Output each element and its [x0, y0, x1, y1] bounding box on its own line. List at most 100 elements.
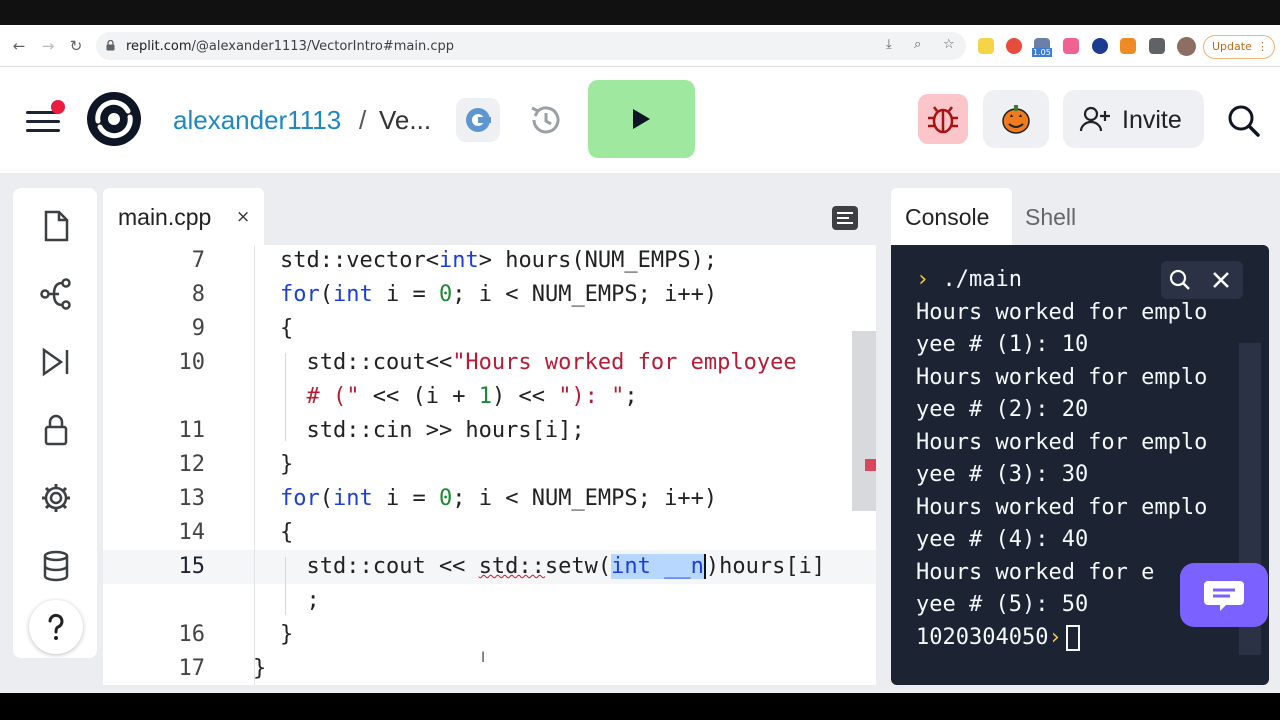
- line-number: 8: [191, 282, 205, 307]
- workspace: main.cpp × 7 8 9 10 11 12 13 14 15 16 17…: [0, 173, 1280, 693]
- url-text: replit.com/@alexander1113/VectorIntro#ma…: [126, 39, 454, 54]
- update-button[interactable]: Update ⋮: [1203, 35, 1275, 59]
- pumpkin-icon: [1002, 105, 1030, 134]
- secrets-lock-icon[interactable]: [39, 413, 73, 447]
- search-icon[interactable]: [1169, 269, 1191, 291]
- settings-gear-icon[interactable]: [39, 481, 73, 515]
- reload-icon[interactable]: ↻: [68, 38, 84, 54]
- extension-icon[interactable]: [1063, 38, 1079, 54]
- version-control-icon[interactable]: [39, 277, 73, 311]
- console-output-line: Hours worked for emplo: [916, 495, 1208, 520]
- extension-icon[interactable]: [978, 38, 994, 54]
- code-line: {: [280, 520, 294, 545]
- console-output-line: yee # (3): 30: [916, 462, 1089, 487]
- format-code-icon[interactable]: [832, 206, 858, 230]
- pumpkin-button[interactable]: [983, 90, 1049, 148]
- zoom-icon[interactable]: ⌕: [914, 37, 921, 52]
- language-button[interactable]: [456, 98, 500, 142]
- code-line: std::cin >> hours[i];: [280, 418, 585, 443]
- path-separator: /: [359, 105, 367, 135]
- chat-button[interactable]: [1180, 563, 1268, 627]
- code-line: for(int i = 0; i < NUM_EMPS; i++): [280, 486, 718, 511]
- avatar[interactable]: [1177, 37, 1196, 56]
- code-line: for(int i = 0; i < NUM_EMPS; i++): [280, 282, 718, 307]
- bookmark-star-icon[interactable]: ☆: [943, 37, 955, 52]
- code-line: std::vector<int> hours(NUM_EMPS);: [280, 248, 718, 273]
- history-icon[interactable]: [526, 100, 566, 140]
- console-final-line: 1020304050›: [916, 625, 1080, 651]
- bug-icon: [928, 106, 958, 134]
- line-number: 13: [178, 486, 206, 511]
- replit-logo-icon[interactable]: [86, 91, 142, 147]
- tab-console[interactable]: Console: [891, 188, 1012, 245]
- console-tab-bar: Console Shell: [891, 188, 1269, 245]
- line-number-active: 15: [178, 554, 206, 579]
- extension-icon[interactable]: [1006, 38, 1022, 54]
- files-icon[interactable]: [39, 209, 73, 243]
- app-header: alexander1113 / Ve... Invite: [0, 67, 1280, 173]
- extension-badge: 1.05: [1032, 48, 1052, 57]
- notification-dot: [51, 100, 65, 114]
- tab-shell[interactable]: Shell: [1025, 204, 1076, 231]
- console-toolbar: [1161, 261, 1243, 299]
- editor-scrollbar[interactable]: [852, 331, 876, 511]
- forward-arrow-icon[interactable]: →: [40, 38, 56, 54]
- line-number: 7: [191, 248, 205, 273]
- code-line: }: [280, 622, 294, 647]
- line-number: 11: [178, 418, 206, 443]
- repl-owner-link[interactable]: alexander1113: [173, 105, 341, 136]
- database-icon[interactable]: [39, 549, 73, 583]
- run-debug-icon[interactable]: [39, 345, 73, 379]
- address-bar[interactable]: replit.com/@alexander1113/VectorIntro#ma…: [96, 32, 966, 60]
- invite-button[interactable]: Invite: [1063, 90, 1204, 148]
- cpp-language-icon: [466, 108, 491, 132]
- console-output-line: Hours worked for e: [916, 560, 1155, 585]
- console-output-line: yee # (5): 50: [916, 592, 1089, 617]
- help-button[interactable]: [29, 600, 83, 654]
- os-bottom-bar: [0, 693, 1280, 720]
- line-number: 10: [178, 350, 206, 375]
- console-output-line: yee # (4): 40: [916, 527, 1089, 552]
- play-icon: [633, 109, 650, 129]
- repl-name[interactable]: Ve...: [379, 105, 431, 136]
- terminal-cursor: [1065, 625, 1080, 651]
- extension-icon[interactable]: 1.05: [1032, 38, 1052, 57]
- error-marker: [865, 459, 876, 471]
- install-icon[interactable]: ⤓: [886, 37, 892, 52]
- add-user-icon: [1079, 106, 1110, 132]
- puzzle-extensions-icon[interactable]: [1149, 38, 1165, 54]
- console-output-line: Hours worked for emplo: [916, 365, 1208, 390]
- console-output-line: yee # (1): 10: [916, 332, 1089, 357]
- code-editor[interactable]: 7 8 9 10 11 12 13 14 15 16 17 std::vecto…: [103, 245, 876, 685]
- metamask-icon[interactable]: [1120, 38, 1136, 54]
- console-command: › ./main: [916, 267, 1022, 292]
- code-line: {: [280, 316, 294, 341]
- browser-toolbar: ← → ↻ replit.com/@alexander1113/VectorIn…: [0, 25, 1280, 67]
- tab-main-cpp[interactable]: main.cpp ×: [103, 188, 264, 245]
- tab-label: Console: [905, 204, 990, 230]
- os-top-bar: [0, 0, 1280, 25]
- gutter-divider: [254, 245, 255, 685]
- mouse-cursor-icon: I: [481, 650, 486, 666]
- tab-label: main.cpp: [118, 204, 212, 230]
- extension-icon[interactable]: [1092, 38, 1108, 54]
- line-number: 17: [178, 656, 206, 681]
- run-button[interactable]: [588, 80, 695, 158]
- close-icon[interactable]: [1211, 270, 1231, 290]
- sidebar: [13, 188, 97, 658]
- console-output-line: yee # (2): 20: [916, 397, 1089, 422]
- console-output-line: Hours worked for emplo: [916, 430, 1208, 455]
- line-number: 9: [191, 316, 205, 341]
- chat-bubble-icon: [1204, 581, 1244, 611]
- back-arrow-icon[interactable]: ←: [11, 38, 27, 54]
- close-icon[interactable]: ×: [236, 207, 250, 227]
- question-mark-icon: [48, 613, 64, 640]
- hamburger-menu-icon[interactable]: [26, 111, 60, 133]
- line-number: 12: [178, 452, 206, 477]
- code-line-active: std::cout << std::setw(int __n)hours[i]: [280, 554, 826, 579]
- search-icon[interactable]: [1224, 101, 1264, 141]
- code-line: }: [280, 452, 294, 477]
- debugger-button[interactable]: [918, 94, 968, 144]
- lock-icon: [106, 40, 115, 51]
- code-line: ;: [280, 588, 320, 613]
